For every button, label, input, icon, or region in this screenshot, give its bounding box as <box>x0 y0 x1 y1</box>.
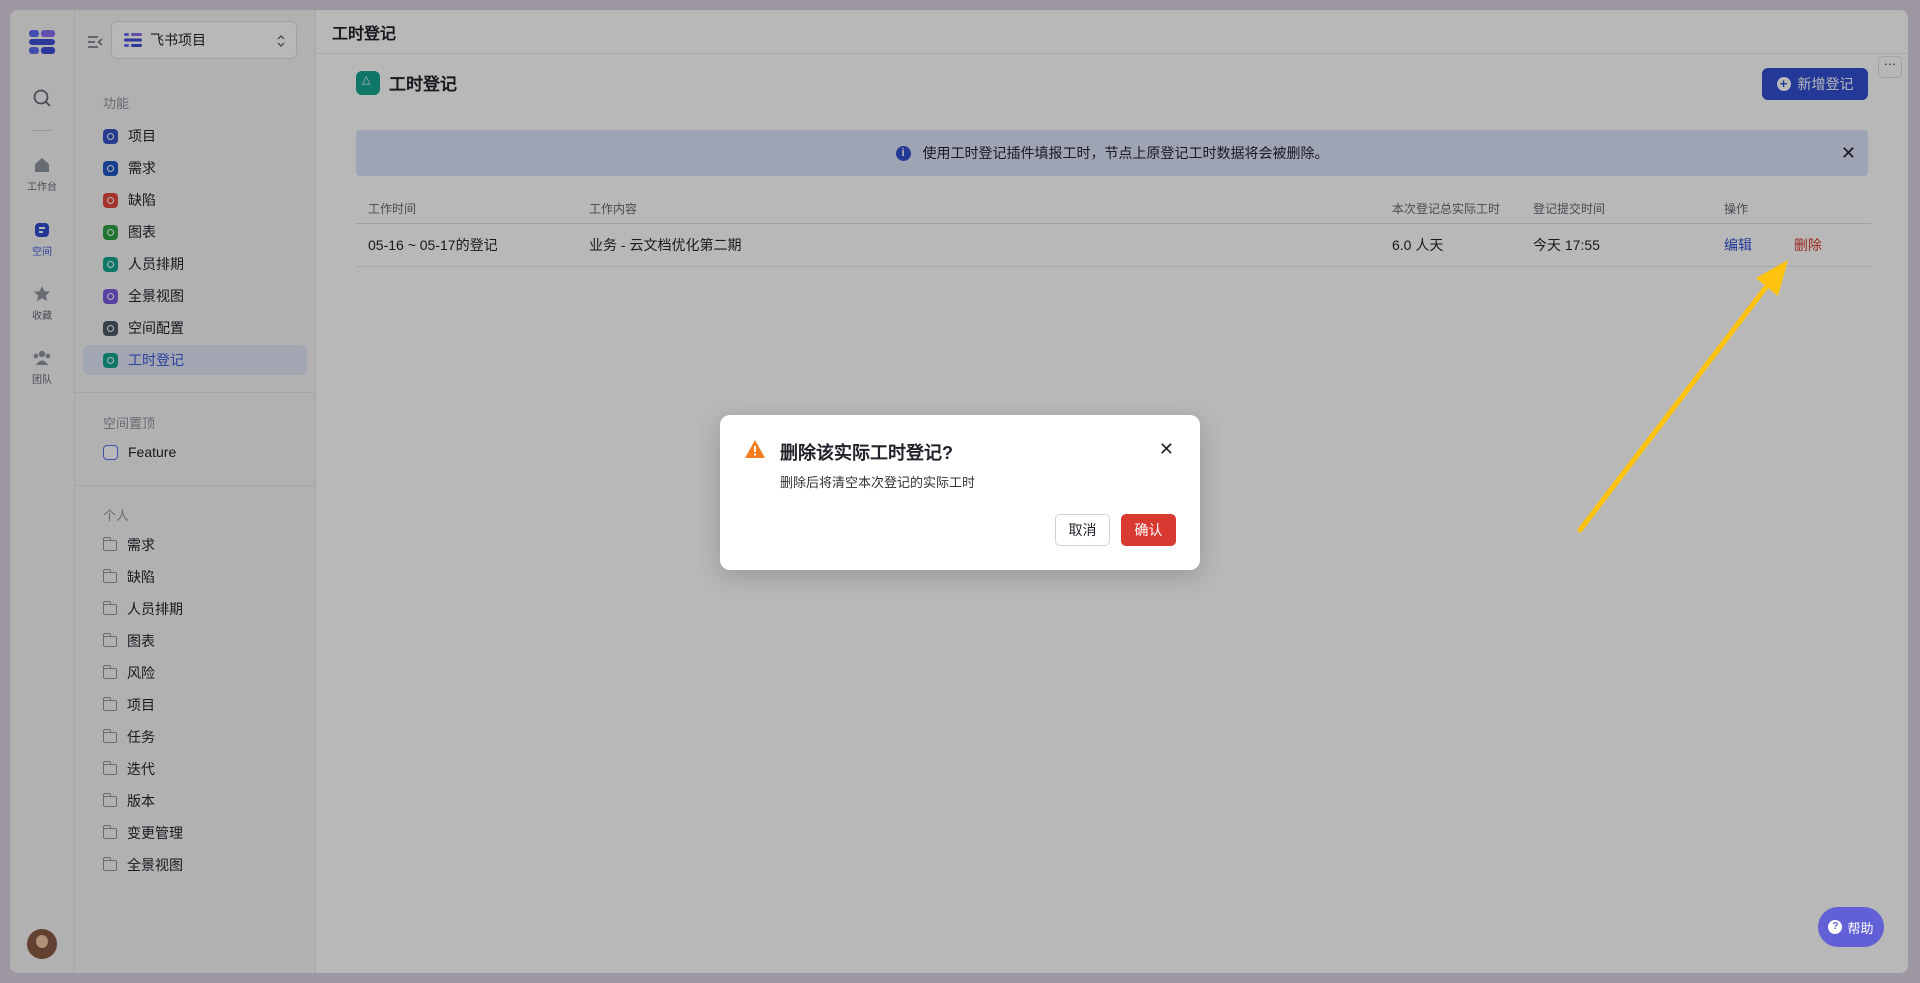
delete-confirm-dialog: 删除该实际工时登记? 删除后将清空本次登记的实际工时 ✕ 取消 确认 <box>720 415 1200 570</box>
help-label: 帮助 <box>1847 920 1874 936</box>
help-icon: ? <box>1828 920 1843 934</box>
warning-icon <box>745 440 765 458</box>
close-dialog-icon[interactable]: ✕ <box>1159 439 1174 460</box>
annotation-arrow-icon <box>1577 260 1788 533</box>
dialog-description: 删除后将清空本次登记的实际工时 <box>780 475 976 490</box>
cancel-button[interactable]: 取消 <box>1055 514 1110 546</box>
dialog-title: 删除该实际工时登记? <box>780 443 953 463</box>
confirm-button[interactable]: 确认 <box>1121 514 1176 546</box>
help-button[interactable]: ? 帮助 <box>1818 907 1884 947</box>
